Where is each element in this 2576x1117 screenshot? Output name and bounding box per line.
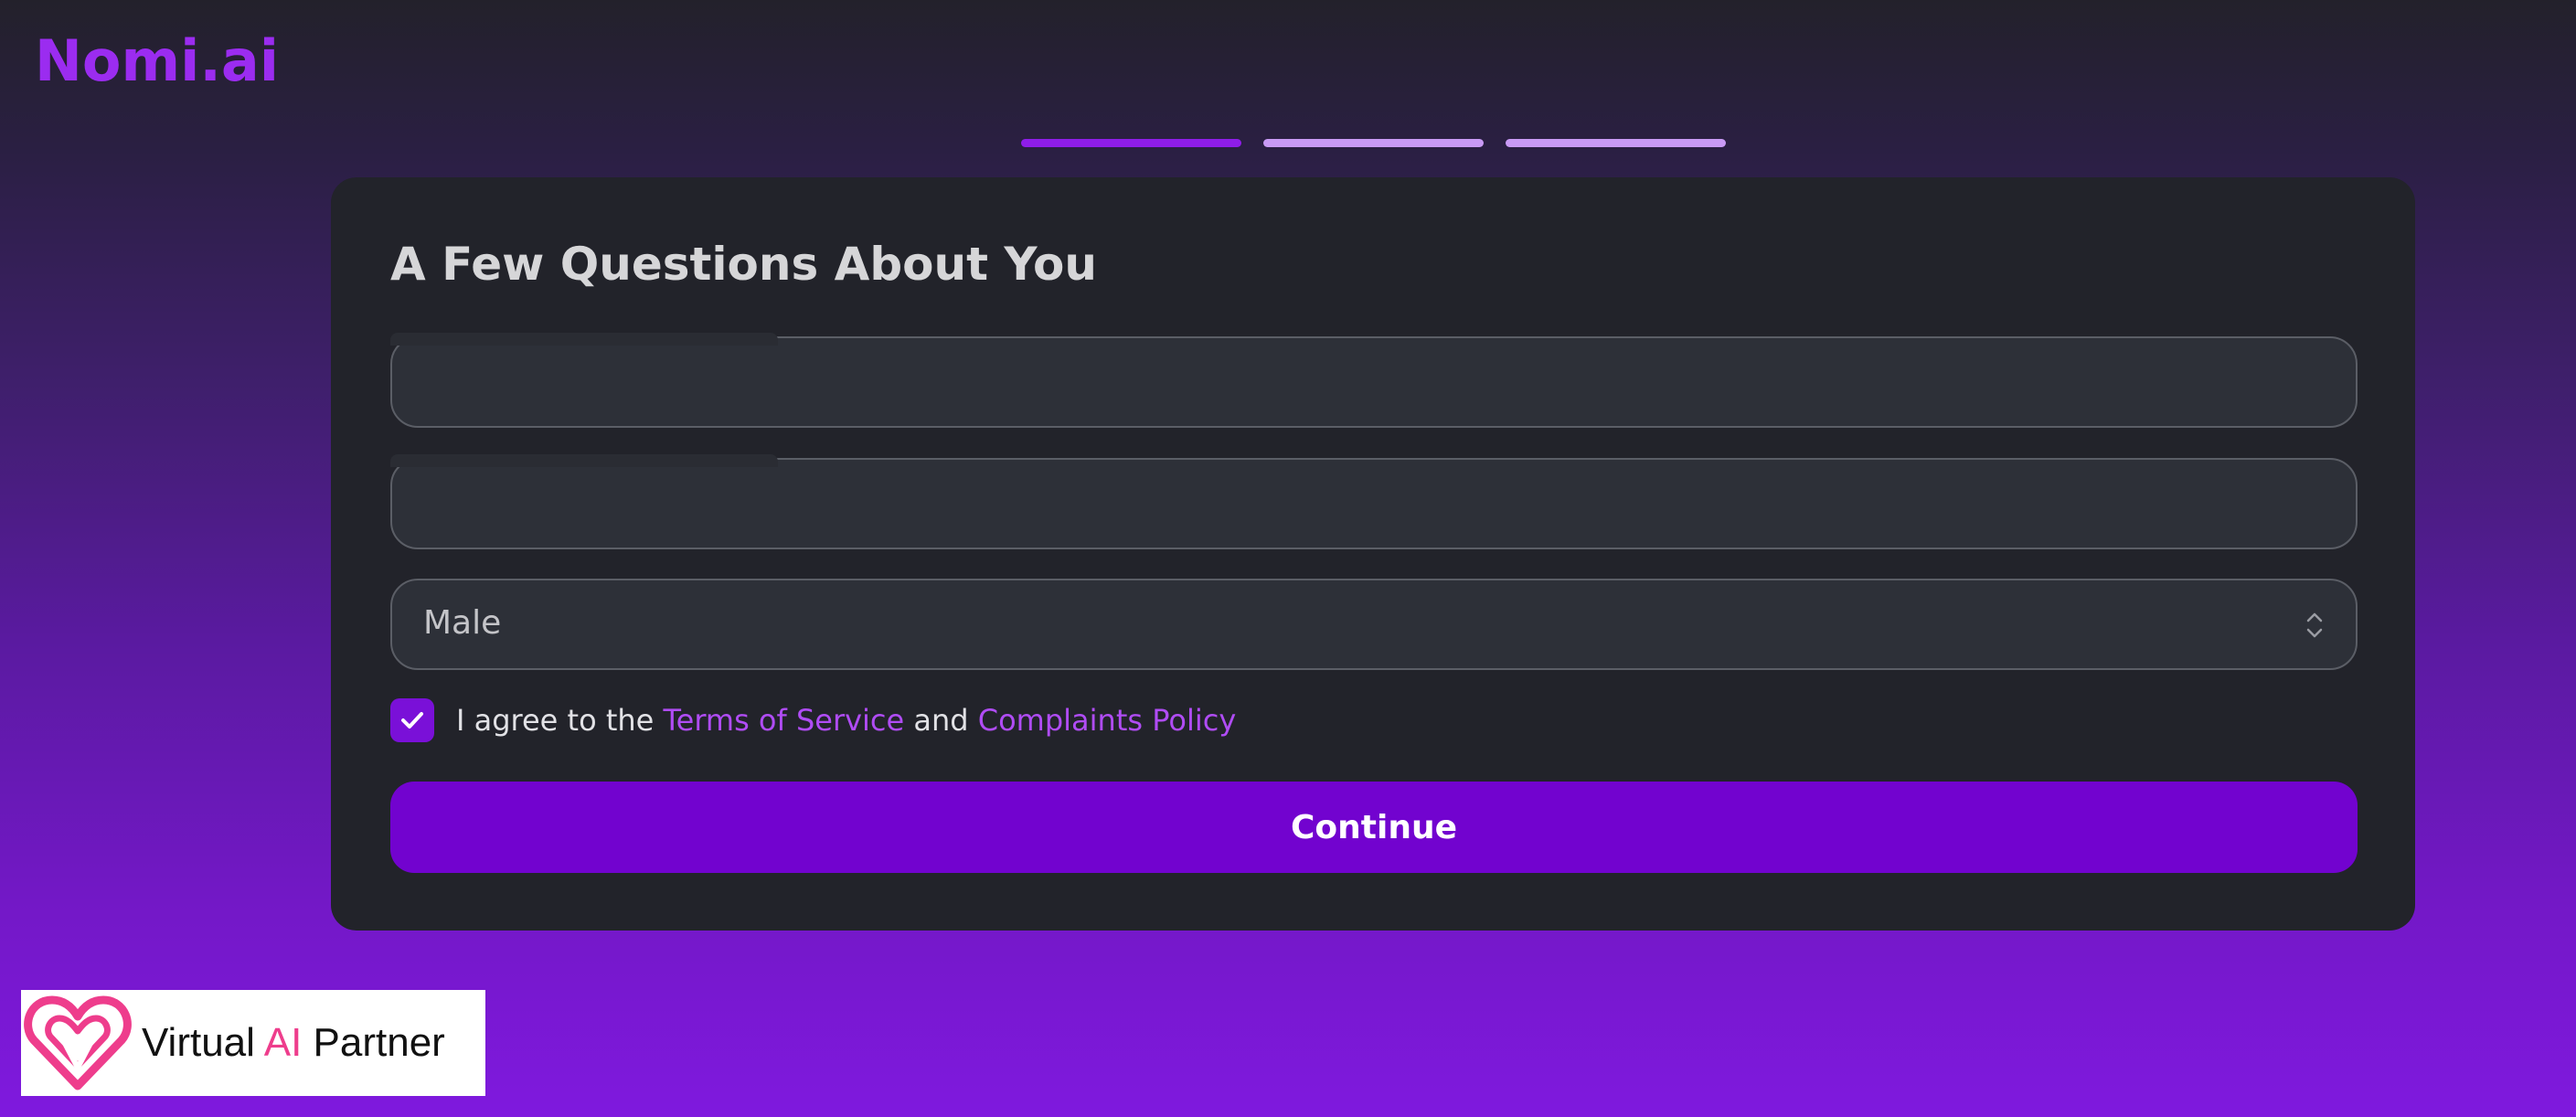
brand-logo[interactable]: Nomi.ai	[35, 27, 279, 94]
progress-step-2	[1263, 139, 1484, 147]
agree-text: I agree to the Terms of Service and Comp…	[456, 703, 1236, 738]
badge-text-partner: Partner	[313, 1020, 445, 1065]
badge-text-virtual: Virtual	[142, 1020, 255, 1065]
badge-text: Virtual AI Partner	[142, 1020, 445, 1066]
progress-step-1	[1021, 139, 1241, 147]
heart-logo-icon	[24, 995, 132, 1090]
terms-link[interactable]: Terms of Service	[664, 703, 905, 738]
agree-row: I agree to the Terms of Service and Comp…	[390, 698, 1236, 742]
agree-connector: and	[913, 703, 969, 738]
questions-card: A Few Questions About You Male I agree t…	[331, 177, 2415, 931]
virtual-ai-partner-badge: Virtual AI Partner	[21, 990, 485, 1096]
agree-checkbox[interactable]	[390, 698, 434, 742]
field-label-redacted	[390, 454, 778, 467]
progress-steps	[1021, 139, 1726, 147]
field-label-redacted	[390, 333, 778, 346]
checkmark-icon	[401, 712, 423, 729]
agree-prefix: I agree to the	[456, 703, 655, 738]
age-input[interactable]	[390, 458, 2358, 549]
complaints-policy-link[interactable]: Complaints Policy	[978, 703, 1237, 738]
page-title: A Few Questions About You	[390, 238, 1097, 291]
name-input[interactable]	[390, 336, 2358, 428]
badge-text-ai: AI	[263, 1020, 303, 1065]
chevron-up-down-icon	[2306, 612, 2323, 638]
gender-select-value: Male	[423, 604, 502, 642]
gender-select[interactable]: Male	[390, 579, 2358, 670]
continue-button[interactable]: Continue	[390, 782, 2358, 873]
progress-step-3	[1506, 139, 1726, 147]
